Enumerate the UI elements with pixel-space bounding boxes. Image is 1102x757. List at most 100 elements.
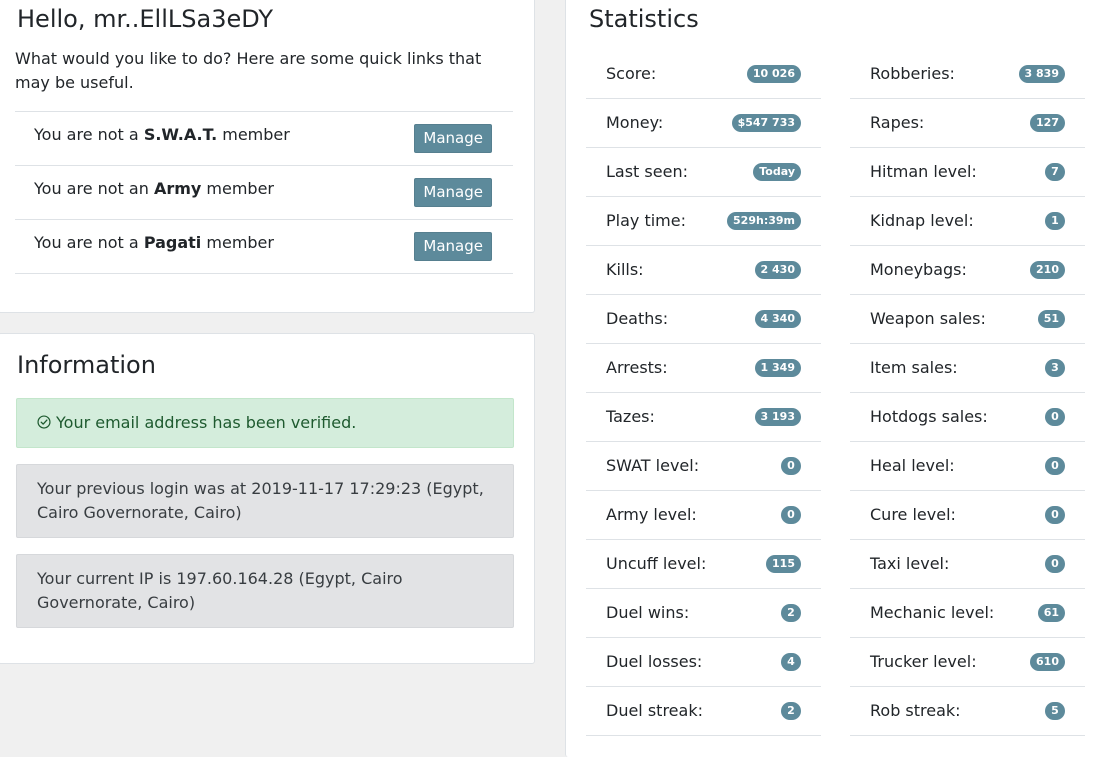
stat-label: Item sales:: [870, 358, 958, 377]
stat-label: Play time:: [606, 211, 686, 230]
stat-row: Army level: 0: [586, 491, 821, 540]
stat-label: Robberies:: [870, 64, 955, 83]
stat-value-badge: 3 839: [1018, 65, 1065, 83]
group-name: Pagati: [143, 233, 202, 252]
information-title: Information: [17, 351, 156, 379]
stat-row: Kills: 2 430: [586, 246, 821, 295]
stat-value-badge: 3: [1045, 359, 1065, 377]
email-verified-alert: Your email address has been verified.: [16, 398, 514, 448]
stat-label: Moneybags:: [870, 260, 967, 279]
group-name: Army: [153, 179, 202, 198]
stat-value-badge: 1 349: [754, 359, 801, 377]
stat-label: Cure level:: [870, 505, 956, 524]
stat-label: Deaths:: [606, 309, 669, 328]
stat-label: Score:: [606, 64, 657, 83]
stat-value-badge: 4 340: [754, 310, 801, 328]
stat-label: Taxi level:: [870, 554, 950, 573]
stat-value-badge: 1: [1045, 212, 1065, 230]
hello-intro-text: What would you like to do? Here are some…: [15, 49, 482, 92]
stat-value-badge: 2: [781, 604, 801, 622]
stat-value-badge: 4: [781, 653, 801, 671]
membership-text: You are not an Army member: [34, 179, 275, 198]
stat-label: Heal level:: [870, 456, 955, 475]
email-verified-text: Your email address has been verified.: [56, 413, 357, 432]
stat-row: Duel streak: 2: [586, 687, 821, 736]
stat-value-badge: 7: [1045, 163, 1065, 181]
stat-row: Cure level: 0: [850, 491, 1085, 540]
statistics-title: Statistics: [589, 5, 699, 33]
stat-label: SWAT level:: [606, 456, 700, 475]
stat-value-badge: 0: [1045, 555, 1065, 573]
stat-row: Uncuff level: 115: [586, 540, 821, 589]
stat-label: Duel losses:: [606, 652, 703, 671]
stat-value-badge: 529h:39m: [727, 212, 801, 230]
stat-row: Hitman level: 7: [850, 148, 1085, 197]
stat-row: Trucker level: 610: [850, 638, 1085, 687]
manage-army-button[interactable]: Manage: [414, 178, 492, 207]
stat-value-badge: 10 026: [746, 65, 801, 83]
stat-label: Last seen:: [606, 162, 688, 181]
membership-row-pagati: You are not a Pagati member Manage: [15, 220, 513, 274]
stat-row: Mechanic level: 61: [850, 589, 1085, 638]
stat-label: Rapes:: [870, 113, 925, 132]
stat-value-badge: 0: [1045, 506, 1065, 524]
membership-text: You are not a S.W.A.T. member: [34, 125, 290, 144]
stat-row: Kidnap level: 1: [850, 197, 1085, 246]
stat-row: Rob streak: 5: [850, 687, 1085, 736]
stat-row: Money: $547 733: [586, 99, 821, 148]
stat-row: Taxi level: 0: [850, 540, 1085, 589]
stat-row: Deaths: 4 340: [586, 295, 821, 344]
membership-row-army: You are not an Army member Manage: [15, 166, 513, 220]
stat-value-badge: 0: [1045, 457, 1065, 475]
hello-title: Hello, mr..EllLSa3eDY: [17, 5, 274, 33]
stat-label: Hitman level:: [870, 162, 977, 181]
stat-label: Duel streak:: [606, 701, 703, 720]
stat-row: Arrests: 1 349: [586, 344, 821, 393]
stat-label: Army level:: [606, 505, 697, 524]
stat-row: Robberies: 3 839: [850, 50, 1085, 99]
current-ip-alert: Your current IP is 197.60.164.28 (Egypt,…: [16, 554, 514, 628]
stat-row: Duel wins: 2: [586, 589, 821, 638]
stat-value-badge: 115: [766, 555, 801, 573]
stat-label: Duel wins:: [606, 603, 690, 622]
stat-row: Heal level: 0: [850, 442, 1085, 491]
stat-label: Kidnap level:: [870, 211, 974, 230]
group-name: S.W.A.T.: [143, 125, 218, 144]
stat-row: Moneybags: 210: [850, 246, 1085, 295]
stat-value-badge: 5: [1045, 702, 1065, 720]
stat-row: Hotdogs sales: 0: [850, 393, 1085, 442]
stat-row: Item sales: 3: [850, 344, 1085, 393]
stat-value-badge: 0: [781, 457, 801, 475]
stat-value-badge: 2: [781, 702, 801, 720]
stat-label: Hotdogs sales:: [870, 407, 988, 426]
stat-value-badge: 0: [1045, 408, 1065, 426]
stats-left-column: Score: 10 026 Money: $547 733 Last seen: Toda…: [586, 50, 821, 736]
stat-label: Money:: [606, 113, 664, 132]
stat-label: Uncuff level:: [606, 554, 707, 573]
previous-login-text: Your previous login was at 2019-11-17 17…: [37, 479, 484, 522]
stat-value-badge: 610: [1030, 653, 1065, 671]
stat-value-badge: 0: [781, 506, 801, 524]
stat-label: Mechanic level:: [870, 603, 995, 622]
stat-value-badge: 61: [1037, 604, 1065, 622]
stat-value-badge: 3 193: [754, 408, 801, 426]
stat-row: Play time: 529h:39m: [586, 197, 821, 246]
stat-label: Tazes:: [606, 407, 655, 426]
stat-row: Score: 10 026: [586, 50, 821, 99]
stat-value-badge: 210: [1030, 261, 1065, 279]
stat-value-badge: 127: [1030, 114, 1065, 132]
statistics-card: Statistics Score: 10 026 Money: $547 733 Las…: [565, 0, 1102, 757]
membership-text: You are not a Pagati member: [34, 233, 274, 252]
stat-label: Trucker level:: [870, 652, 977, 671]
stat-label: Kills:: [606, 260, 644, 279]
stat-row: Duel losses: 4: [586, 638, 821, 687]
stat-label: Rob streak:: [870, 701, 961, 720]
membership-list: You are not a S.W.A.T. member Manage You…: [15, 111, 513, 274]
stat-label: Weapon sales:: [870, 309, 986, 328]
stat-label: Arrests:: [606, 358, 668, 377]
stat-row: Weapon sales: 51: [850, 295, 1085, 344]
manage-pagati-button[interactable]: Manage: [414, 232, 492, 261]
stat-value-badge: $547 733: [731, 114, 801, 132]
stat-row: Rapes: 127: [850, 99, 1085, 148]
manage-swat-button[interactable]: Manage: [414, 124, 492, 153]
